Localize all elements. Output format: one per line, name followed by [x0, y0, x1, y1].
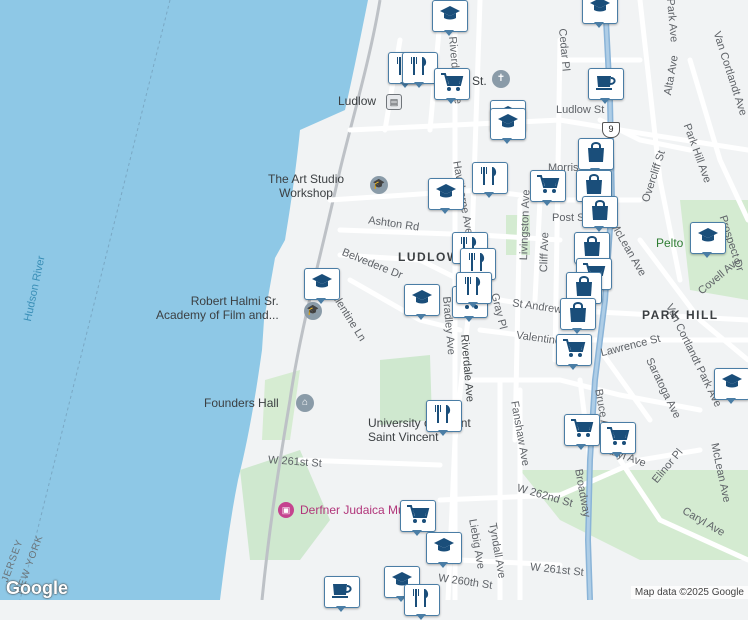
pin-pointer	[484, 192, 494, 198]
coffee-cup-icon	[595, 73, 617, 96]
school-pin[interactable]	[714, 368, 748, 404]
pin-pointer	[542, 200, 552, 206]
graduation-cap-icon	[439, 5, 461, 28]
church-icon[interactable]: ✝	[492, 70, 510, 88]
pin-pointer	[468, 302, 478, 308]
cart-icon	[406, 504, 430, 529]
place-ludlow-station[interactable]: Ludlow	[338, 94, 376, 108]
school-pin[interactable]	[426, 532, 462, 568]
pin-pointer	[612, 452, 622, 458]
route-shield-icon: 9	[602, 122, 620, 138]
pin-pointer	[416, 614, 426, 620]
shopping-cart-pin[interactable]	[600, 422, 636, 458]
place-ludlow-station-label: Ludlow	[338, 94, 377, 108]
coffee-cup-icon	[331, 581, 353, 604]
landmark-icon[interactable]: ⌂	[296, 394, 314, 412]
cart-icon	[562, 338, 586, 363]
pin-pointer	[594, 22, 604, 28]
shopping-bag-pin[interactable]	[560, 298, 596, 334]
pin-pointer	[438, 430, 448, 436]
bag-icon	[590, 199, 610, 226]
restaurant-pin[interactable]	[426, 400, 462, 436]
cart-icon	[440, 72, 464, 97]
fork-knife-icon	[409, 56, 431, 81]
google-logo[interactable]: Google	[6, 578, 68, 599]
pin-pointer	[440, 208, 450, 214]
pin-pointer	[576, 444, 586, 450]
graduation-cap-icon	[721, 373, 743, 396]
pin-pointer	[416, 314, 426, 320]
graduation-cap-icon	[311, 273, 333, 296]
bag-icon	[586, 141, 606, 168]
street-label: Ludlow St	[556, 104, 605, 116]
graduation-cap-icon	[497, 113, 519, 136]
school-pin[interactable]	[490, 108, 526, 144]
pin-pointer	[702, 252, 712, 258]
fork-knife-icon	[463, 276, 485, 301]
museum-icon[interactable]: ▣	[278, 502, 294, 518]
cafe-pin[interactable]	[324, 576, 360, 612]
fork-knife-icon	[411, 588, 433, 613]
place-art-studio-label: The Art Studio Workshop	[268, 172, 345, 200]
fork-knife-icon	[479, 166, 501, 191]
place-founders-hall[interactable]: Founders Hall	[204, 396, 279, 410]
pin-pointer	[438, 562, 448, 568]
street-label: Cliff Ave	[538, 232, 552, 273]
shopping-cart-pin[interactable]	[530, 170, 566, 206]
train-icon[interactable]: ▤	[386, 94, 402, 110]
restaurant-pin[interactable]	[472, 162, 508, 198]
place-robert-halmi-label: Robert Halmi Sr. Academy of Film and...	[156, 294, 279, 322]
restaurant-pin[interactable]	[456, 272, 492, 308]
school-pin[interactable]	[432, 0, 468, 36]
school-pin[interactable]	[690, 222, 726, 258]
fork-knife-icon	[433, 404, 455, 429]
graduation-cap-icon	[697, 227, 719, 250]
place-pelton[interactable]: Pelto	[656, 236, 683, 250]
cart-icon	[570, 418, 594, 443]
graduation-cap-icon	[433, 537, 455, 560]
school-pin[interactable]	[582, 0, 618, 28]
shopping-bag-pin[interactable]	[582, 196, 618, 232]
pin-pointer	[464, 316, 474, 322]
school-pin[interactable]	[428, 178, 464, 214]
shopping-bag-pin[interactable]	[578, 138, 614, 174]
place-st-church-label: St.	[472, 74, 487, 88]
restaurant-pin[interactable]	[402, 52, 438, 88]
school-pin[interactable]	[304, 268, 340, 304]
pin-pointer	[412, 530, 422, 536]
graduation-cap-icon	[589, 0, 611, 20]
graduation-cap-icon	[411, 289, 433, 312]
pin-pointer	[600, 98, 610, 104]
map-attribution: Map data ©2025 Google	[630, 586, 748, 599]
shopping-cart-pin[interactable]	[564, 414, 600, 450]
school-icon[interactable]: 🎓	[304, 302, 322, 320]
graduation-cap-icon	[435, 183, 457, 206]
pin-pointer	[414, 82, 424, 88]
place-art-studio[interactable]: The Art Studio Workshop	[268, 172, 344, 200]
pin-pointer	[446, 98, 456, 104]
pin-pointer	[316, 298, 326, 304]
pin-pointer	[502, 138, 512, 144]
place-robert-halmi[interactable]: Robert Halmi Sr. Academy of Film and...	[156, 294, 279, 322]
pin-pointer	[336, 606, 346, 612]
shopping-cart-pin[interactable]	[434, 68, 470, 104]
neighborhood-label-ludlow: LUDLOW	[398, 250, 460, 264]
pin-pointer	[568, 364, 578, 370]
place-founders-hall-label: Founders Hall	[204, 396, 279, 410]
shopping-cart-pin[interactable]	[556, 334, 592, 370]
pin-pointer	[726, 398, 736, 404]
bag-icon	[568, 301, 588, 328]
cart-icon	[536, 174, 560, 199]
cafe-pin[interactable]	[588, 68, 624, 104]
pin-pointer	[444, 30, 454, 36]
park-area	[380, 355, 432, 425]
shopping-cart-pin[interactable]	[400, 500, 436, 536]
school-icon[interactable]: 🎓	[370, 176, 388, 194]
cart-icon	[606, 426, 630, 451]
place-pelton-label: Pelto	[656, 236, 684, 250]
school-pin[interactable]	[404, 284, 440, 320]
place-st-church[interactable]: St.	[472, 74, 487, 88]
restaurant-pin[interactable]	[404, 584, 440, 620]
